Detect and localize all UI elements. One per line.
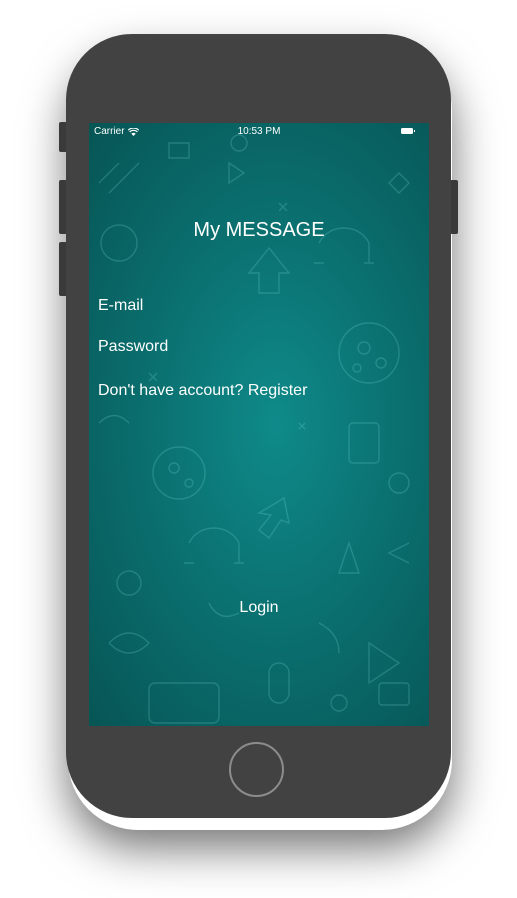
email-field[interactable] — [98, 295, 420, 317]
home-button[interactable] — [229, 742, 284, 797]
status-time: 10:53 PM — [237, 126, 281, 137]
power-button — [450, 180, 458, 234]
app-title: My MESSAGE — [193, 219, 325, 241]
password-field[interactable] — [98, 336, 420, 358]
login-button[interactable]: Login — [209, 597, 309, 619]
battery-icon — [401, 128, 415, 134]
doodle-background-pattern — [98, 134, 410, 724]
device-frame: Carrier 10:53 PM My MESSAGE Don't have a… — [0, 0, 517, 898]
app-screen: Carrier 10:53 PM My MESSAGE Don't have a… — [89, 123, 429, 726]
status-bar: Carrier 10:53 PM — [89, 123, 429, 141]
register-link[interactable]: Don't have account? Register — [98, 380, 307, 402]
